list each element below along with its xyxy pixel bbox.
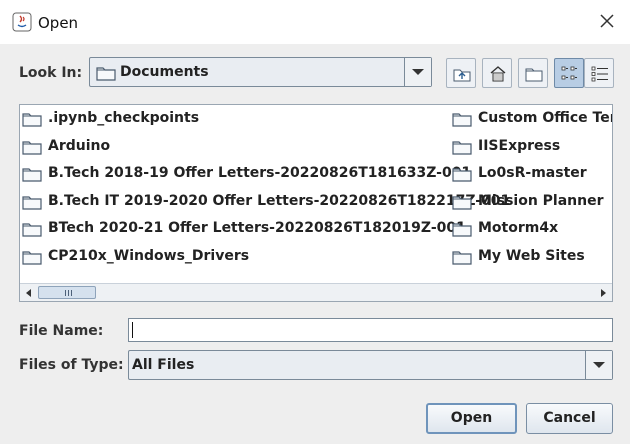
folder-icon — [452, 196, 472, 210]
chevron-down-icon — [412, 69, 424, 75]
file-name: BTech 2020-21 Offer Letters-20220826T182… — [48, 220, 466, 237]
folder-icon — [22, 251, 42, 265]
window-title: Open — [38, 14, 79, 32]
file-name: .ipynb_checkpoints — [48, 110, 200, 126]
file-name: Custom Office Tem — [478, 110, 613, 126]
look-in-combo[interactable]: Documents — [89, 57, 432, 87]
chevron-down-icon — [593, 362, 605, 368]
folder-up-icon — [453, 69, 471, 82]
file-name: CP210x_Windows_Drivers — [48, 248, 250, 264]
file-list[interactable]: .ipynb_checkpoints Arduino B.Tech 2018-19 … — [19, 104, 613, 302]
scroll-left-icon[interactable] — [22, 286, 36, 300]
up-one-level-button[interactable] — [446, 58, 476, 88]
look-in-value: Documents — [120, 64, 209, 80]
new-folder-button[interactable] — [518, 58, 548, 88]
file-name: Mission Planner — [478, 192, 604, 209]
open-button[interactable]: Open — [426, 403, 517, 434]
title-bar: Open — [0, 0, 630, 45]
file-name: B.Tech 2018-19 Offer Letters-20220826T18… — [48, 165, 472, 182]
file-name: IISExpress — [478, 137, 561, 154]
files-of-type-label: Files of Type: — [19, 357, 124, 373]
java-app-icon — [12, 12, 32, 32]
files-of-type-dropdown-arrow[interactable] — [585, 351, 612, 379]
folder-icon — [452, 168, 472, 182]
cancel-button[interactable]: Cancel — [526, 403, 613, 434]
folder-icon — [452, 251, 472, 265]
folder-icon — [22, 113, 42, 127]
new-folder-icon — [525, 68, 543, 82]
folder-icon — [22, 140, 42, 155]
close-icon[interactable] — [598, 12, 616, 30]
details-view-icon — [591, 66, 608, 82]
files-of-type-value: All Files — [132, 357, 195, 373]
look-in-dropdown-arrow[interactable] — [404, 58, 431, 86]
file-name: My Web Sites — [478, 248, 585, 264]
details-view-button[interactable] — [584, 58, 614, 88]
list-view-button[interactable] — [554, 58, 584, 88]
list-view-icon — [561, 66, 577, 80]
folder-icon — [452, 223, 472, 237]
scrollbar-thumb[interactable] — [38, 286, 96, 299]
file-name: B.Tech IT 2019-2020 Offer Letters-202208… — [48, 192, 511, 209]
folder-icon — [452, 113, 472, 127]
file-name-label: File Name: — [19, 323, 104, 339]
text-caret — [132, 322, 133, 338]
file-name: Arduino — [48, 137, 111, 154]
look-in-label: Look In: — [19, 65, 83, 81]
scroll-right-icon[interactable] — [596, 286, 610, 300]
file-name: Motorm4x — [478, 220, 559, 237]
file-name: Lo0sR-master — [478, 165, 587, 182]
folder-icon — [22, 168, 42, 182]
folder-icon — [22, 196, 42, 210]
folder-icon — [96, 67, 116, 81]
folder-icon — [452, 140, 472, 155]
home-icon — [490, 66, 506, 82]
file-name-input[interactable] — [128, 318, 613, 342]
folder-icon — [22, 223, 42, 237]
home-button[interactable] — [482, 58, 512, 88]
files-of-type-combo[interactable]: All Files — [128, 350, 613, 380]
horizontal-scrollbar[interactable] — [20, 283, 612, 301]
